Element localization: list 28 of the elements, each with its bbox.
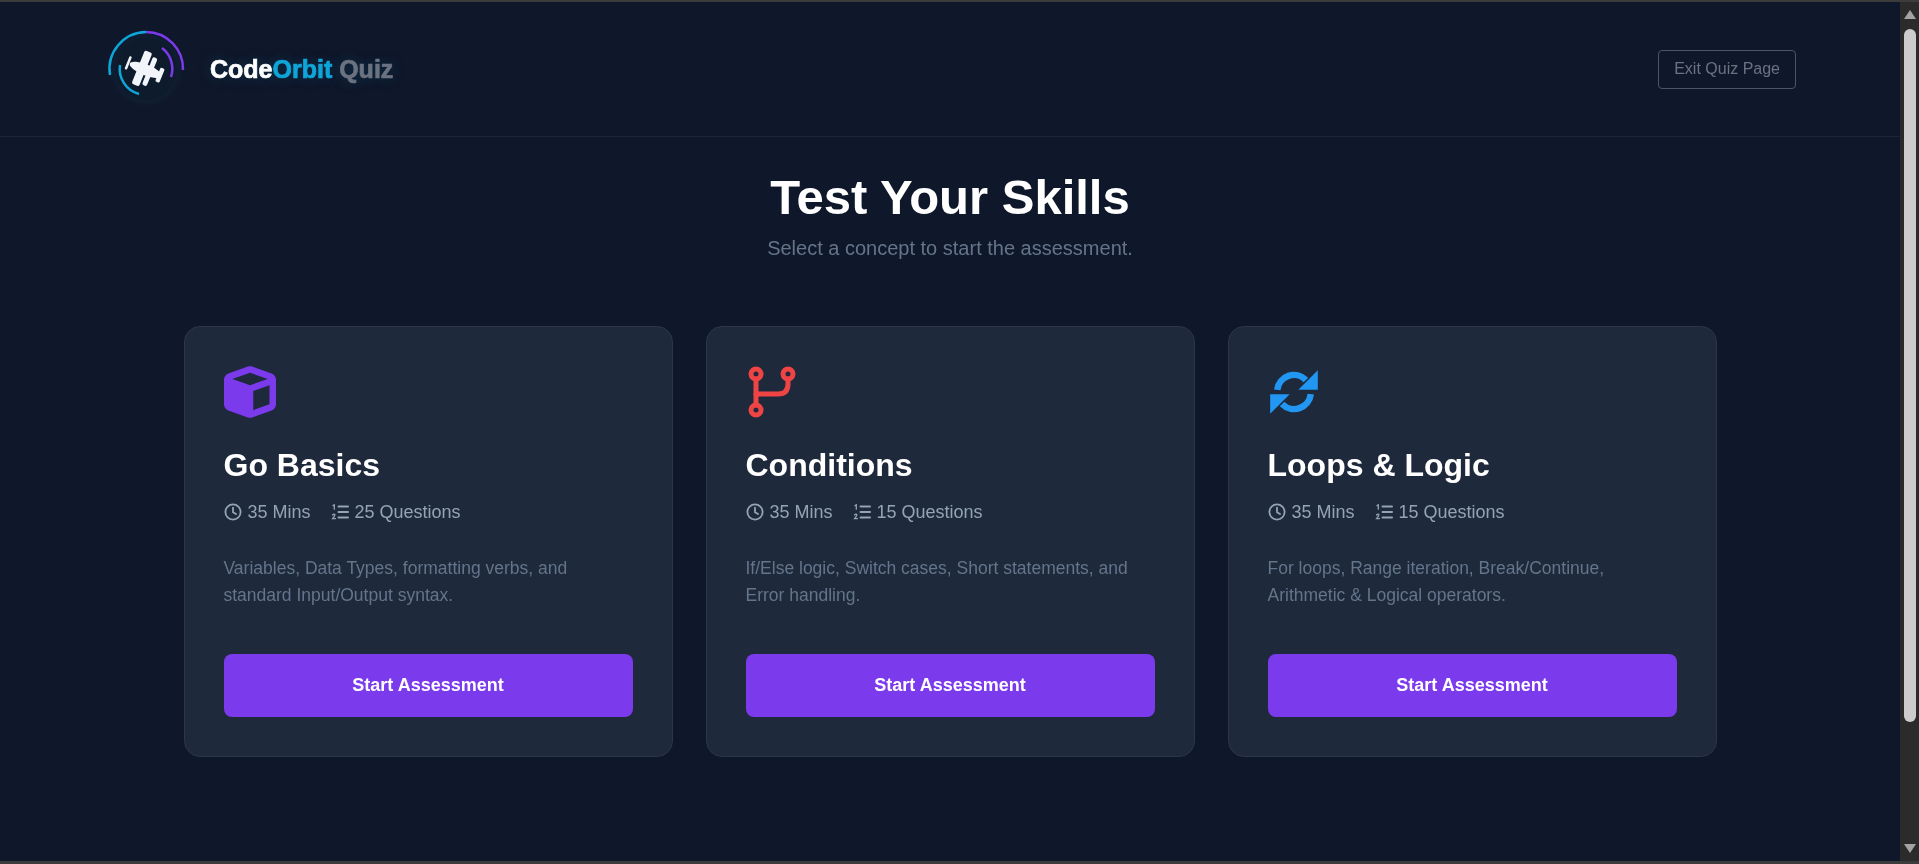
start-assessment-button[interactable]: Start Assessment <box>1267 654 1677 717</box>
scroll-down-icon[interactable] <box>1903 844 1916 853</box>
clock-icon <box>745 503 764 521</box>
page-subtitle: Select a concept to start the assessment. <box>767 236 1133 261</box>
numbered-list-icon <box>852 503 871 521</box>
card-title: Go Basics <box>223 446 381 485</box>
question-count: 15 Questions <box>1398 501 1505 523</box>
card-description: If/Else logic, Switch cases, Short statements, and Error handling. <box>745 557 1129 607</box>
numbered-list-icon <box>1374 503 1393 521</box>
clock-icon <box>1267 503 1286 521</box>
card-title: Conditions <box>745 446 914 485</box>
card-description: For loops, Range iteration, Break/Continue, Arithmetic & Logical operators. <box>1267 557 1606 607</box>
scrollbar-thumb[interactable] <box>1903 29 1916 722</box>
card-title: Loops & Logic <box>1267 446 1491 485</box>
duration-text: 35 Mins <box>769 501 833 523</box>
scroll-up-icon[interactable] <box>1903 10 1916 19</box>
start-assessment-button[interactable]: Start Assessment <box>223 654 633 717</box>
exit-button[interactable]: Exit Quiz Page <box>1658 49 1796 89</box>
card-description: Variables, Data Types, formatting verbs, and standard Input/Output syntax. <box>223 557 569 607</box>
question-count: 25 Questions <box>354 501 461 523</box>
duration-text: 35 Mins <box>1291 501 1355 523</box>
clock-icon <box>223 503 242 521</box>
start-assessment-button[interactable]: Start Assessment <box>745 654 1155 717</box>
page-title: Test Your Skills <box>770 169 1130 226</box>
numbered-list-icon <box>330 503 349 521</box>
brand-name: CodeOrbit Quiz <box>210 54 394 84</box>
duration-text: 35 Mins <box>247 501 311 523</box>
question-count: 15 Questions <box>876 501 983 523</box>
